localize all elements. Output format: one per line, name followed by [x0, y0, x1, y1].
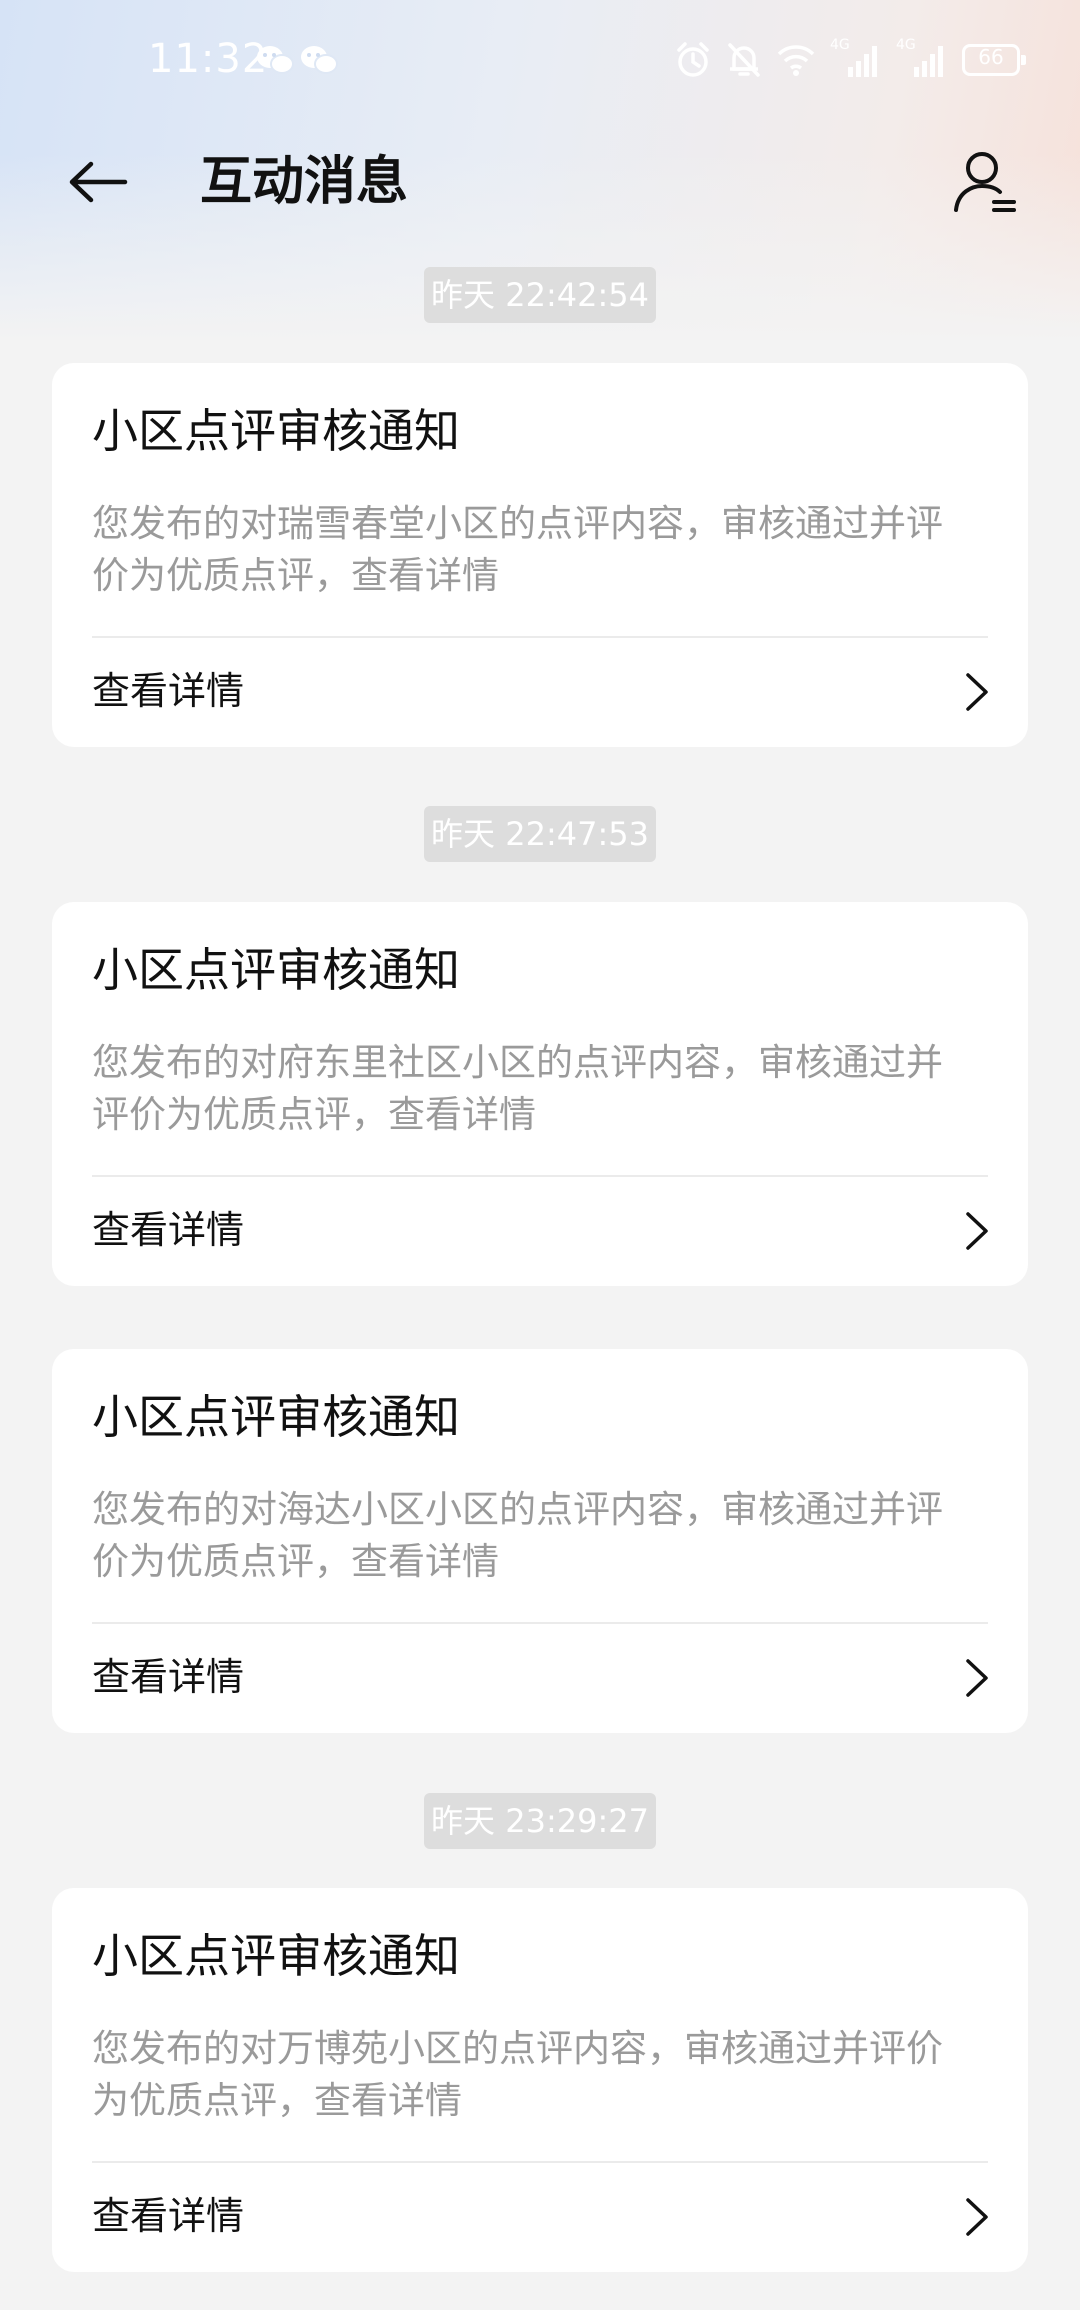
- message-card[interactable]: 小区点评审核通知 您发布的对瑞雪春堂小区的点评内容，审核通过并评 价为优质点评，…: [52, 363, 1028, 747]
- view-details-link[interactable]: 查看详情: [92, 1200, 244, 1260]
- message-description: 您发布的对瑞雪春堂小区的点评内容，审核通过并评 价为优质点评，查看详情: [92, 498, 992, 602]
- chevron-right-icon[interactable]: [962, 669, 992, 715]
- network-type-label: 4G: [830, 37, 850, 53]
- message-card[interactable]: 小区点评审核通知 您发布的对府东里社区小区的点评内容，审核通过并 评价为优质点评…: [52, 902, 1028, 1286]
- view-details-link[interactable]: 查看详情: [92, 2186, 244, 2246]
- arrow-left-icon: [69, 161, 128, 203]
- view-details-link[interactable]: 查看详情: [92, 661, 244, 721]
- battery-level: 66: [978, 45, 1004, 69]
- message-description-line: 为优质点评，查看详情: [92, 2079, 462, 2122]
- message-card[interactable]: 小区点评审核通知 您发布的对海达小区小区的点评内容，审核通过并评 价为优质点评，…: [52, 1349, 1028, 1733]
- wechat-notification-icon: [256, 44, 294, 76]
- message-title: 小区点评审核通知: [92, 404, 460, 458]
- message-description-line: 您发布的对瑞雪春堂小区的点评内容，审核通过并评: [92, 502, 943, 545]
- status-bar: 11:32 4G 4G 66: [0, 0, 1080, 125]
- message-title: 小区点评审核通知: [92, 1390, 460, 1444]
- back-button[interactable]: [62, 150, 134, 214]
- alarm-icon: [674, 41, 712, 79]
- message-description-line: 评价为优质点评，查看详情: [92, 1093, 536, 1136]
- user-list-icon: [954, 152, 1016, 212]
- battery-icon: 66: [962, 44, 1026, 76]
- divider: [92, 2161, 988, 2163]
- message-description-line: 您发布的对万博苑小区的点评内容，审核通过并评价: [92, 2027, 943, 2070]
- chevron-right-icon[interactable]: [962, 1655, 992, 1701]
- message-description-line: 您发布的对府东里社区小区的点评内容，审核通过并: [92, 1041, 943, 1084]
- message-timestamp: 昨天 23:29:27: [424, 1793, 656, 1849]
- divider: [92, 636, 988, 638]
- message-description: 您发布的对万博苑小区的点评内容，审核通过并评价 为优质点评，查看详情: [92, 2023, 992, 2127]
- wechat-notification-icon: [300, 44, 338, 76]
- message-card[interactable]: 小区点评审核通知 您发布的对万博苑小区的点评内容，审核通过并评价 为优质点评，查…: [52, 1888, 1028, 2272]
- chevron-right-icon[interactable]: [962, 1208, 992, 1254]
- message-description: 您发布的对府东里社区小区的点评内容，审核通过并 评价为优质点评，查看详情: [92, 1037, 992, 1141]
- chevron-right-icon[interactable]: [962, 2194, 992, 2240]
- signal-icon: 4G: [830, 37, 882, 79]
- message-title: 小区点评审核通知: [92, 1929, 460, 1983]
- message-description-line: 价为优质点评，查看详情: [92, 554, 499, 597]
- message-title: 小区点评审核通知: [92, 943, 460, 997]
- status-icons: 4G 4G 66: [674, 37, 1026, 82]
- divider: [92, 1175, 988, 1177]
- message-timestamp: 昨天 22:47:53: [424, 806, 656, 862]
- bell-muted-icon: [726, 41, 762, 79]
- page-title: 互动消息: [200, 152, 409, 212]
- message-description: 您发布的对海达小区小区的点评内容，审核通过并评 价为优质点评，查看详情: [92, 1484, 992, 1588]
- signal-icon: 4G: [896, 37, 948, 79]
- view-details-link[interactable]: 查看详情: [92, 1647, 244, 1707]
- status-time: 11:32: [148, 36, 269, 82]
- network-type-label: 4G: [896, 37, 916, 53]
- message-description-line: 价为优质点评，查看详情: [92, 1540, 499, 1583]
- wifi-icon: [776, 43, 816, 77]
- divider: [92, 1622, 988, 1624]
- message-description-line: 您发布的对海达小区小区的点评内容，审核通过并评: [92, 1488, 943, 1531]
- profile-button[interactable]: [952, 146, 1024, 222]
- message-timestamp: 昨天 22:42:54: [424, 267, 656, 323]
